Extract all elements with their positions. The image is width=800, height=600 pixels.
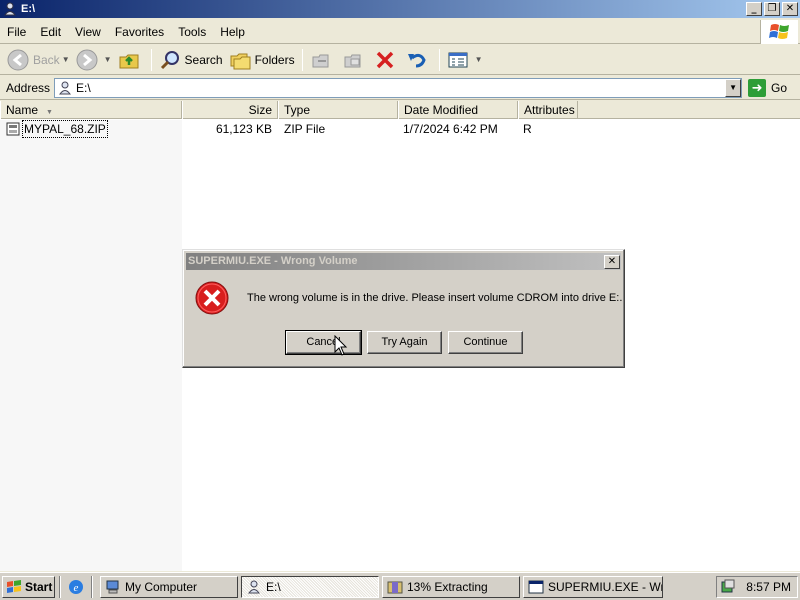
file-row[interactable]: MYPAL_68.ZIP 61,123 KB ZIP File 1/7/2024… — [0, 120, 800, 138]
wrong-volume-dialog: SUPERMIU.EXE - Wrong Volume ✕ The wrong … — [182, 249, 625, 368]
task-extracting[interactable]: 13% Extracting — [382, 575, 520, 598]
views-icon — [448, 52, 468, 67]
copy-to-icon — [344, 54, 361, 67]
go-arrow-icon: ➜ — [748, 78, 767, 97]
copy-to-button[interactable] — [339, 47, 371, 73]
windows-flag-icon — [7, 579, 21, 593]
back-dropdown-icon[interactable]: ▼ — [62, 55, 70, 64]
restore-button[interactable]: ❐ — [764, 2, 780, 16]
address-label: Address — [6, 80, 51, 95]
move-to-button[interactable] — [307, 47, 339, 73]
column-header-type[interactable]: Type — [278, 101, 398, 119]
window-titlebar[interactable]: E:\ _ ❐ ✕ — [0, 0, 800, 18]
quicklaunch-separator — [91, 575, 93, 598]
file-date-cell: 1/7/2024 6:42 PM — [403, 122, 498, 136]
window-icon — [528, 580, 544, 593]
column-header-name[interactable]: Name ▼ — [0, 101, 182, 119]
file-attributes-cell: R — [523, 122, 532, 136]
forward-arrow-icon — [76, 49, 98, 70]
up-folder-icon — [119, 54, 139, 68]
back-arrow-icon — [7, 49, 29, 70]
user-folder-icon — [4, 2, 16, 16]
menu-bar: File Edit View Favorites Tools Help — [0, 20, 800, 44]
dialog-message: The wrong volume is in the drive. Please… — [247, 292, 623, 304]
windows-flag-icon — [768, 24, 789, 39]
undo-button[interactable] — [403, 47, 435, 73]
name-column-highlight — [0, 120, 182, 571]
back-button[interactable]: Back ▼ — [4, 47, 73, 73]
svg-text:e: e — [74, 582, 79, 594]
taskbar: Start e My Computer E:\ 13% Extracting S… — [0, 572, 800, 600]
continue-button[interactable]: Continue — [448, 331, 523, 354]
address-bar: Address E:\ ▼ ➜ Go — [0, 76, 800, 100]
task-my-computer[interactable]: My Computer — [100, 575, 238, 598]
forward-dropdown-icon[interactable]: ▼ — [104, 55, 112, 64]
menu-help[interactable]: Help — [213, 25, 252, 39]
tray-app-icon[interactable] — [720, 579, 736, 595]
folders-button[interactable]: Folders — [226, 47, 298, 73]
my-computer-icon — [106, 580, 119, 593]
go-button[interactable]: ➜ Go — [748, 78, 787, 97]
forward-button[interactable]: ▼ — [73, 47, 115, 73]
toolbar-separator — [301, 48, 303, 71]
zip-file-icon — [6, 122, 20, 136]
sort-descending-icon: ▼ — [46, 109, 53, 116]
cancel-button[interactable]: Cancel — [285, 330, 362, 355]
file-type-cell: ZIP File — [284, 122, 326, 136]
search-icon — [160, 50, 179, 69]
system-tray: 8:57 PM — [716, 575, 798, 598]
search-button[interactable]: Search — [156, 47, 226, 73]
start-button[interactable]: Start — [2, 575, 55, 598]
task-supermiu-dialog[interactable]: SUPERMIU.EXE - Wr... — [523, 575, 663, 598]
standard-toolbar: Back ▼ ▼ Search Folders ▼ — [0, 45, 800, 75]
file-size-cell: 61,123 KB — [215, 122, 272, 136]
clock[interactable]: 8:57 PM — [746, 580, 791, 594]
column-header-date-modified[interactable]: Date Modified — [398, 101, 518, 119]
column-header-attributes[interactable]: Attributes — [518, 101, 578, 119]
menu-file[interactable]: File — [0, 25, 33, 39]
archive-icon — [387, 581, 403, 593]
address-input[interactable]: E:\ ▼ — [54, 77, 743, 98]
error-icon — [195, 281, 229, 315]
drive-icon — [59, 81, 72, 94]
try-again-button[interactable]: Try Again — [367, 331, 442, 354]
minimize-button[interactable]: _ — [746, 2, 762, 16]
close-button[interactable]: ✕ — [782, 2, 798, 16]
task-e-drive[interactable]: E:\ — [241, 575, 379, 598]
address-value: E:\ — [76, 80, 91, 95]
menu-edit[interactable]: Edit — [33, 25, 68, 39]
address-dropdown-icon[interactable]: ▼ — [725, 78, 742, 97]
dialog-title[interactable]: SUPERMIU.EXE - Wrong Volume — [186, 253, 621, 270]
internet-explorer-icon[interactable]: e — [67, 578, 85, 596]
toolbar-separator — [438, 48, 440, 71]
undo-icon — [407, 53, 426, 67]
toolbar-separator — [150, 48, 152, 71]
window-title: E:\ — [21, 3, 36, 15]
user-folder-icon — [248, 580, 260, 593]
menu-view[interactable]: View — [68, 25, 108, 39]
dialog-close-button[interactable]: ✕ — [604, 255, 620, 269]
up-folder-button[interactable] — [115, 47, 147, 73]
menu-favorites[interactable]: Favorites — [108, 25, 171, 39]
delete-x-icon — [376, 51, 393, 68]
folders-icon — [230, 53, 251, 69]
mouse-pointer-icon — [334, 335, 348, 356]
views-dropdown-icon[interactable]: ▼ — [475, 55, 483, 64]
column-header-size[interactable]: Size — [182, 101, 278, 119]
delete-button[interactable] — [371, 47, 403, 73]
views-button[interactable]: ▼ — [444, 47, 486, 73]
file-name-cell[interactable]: MYPAL_68.ZIP — [6, 120, 108, 138]
column-headers: Name ▼ Size Type Date Modified Attributes — [0, 101, 800, 119]
windows-logo — [760, 20, 798, 44]
menu-tools[interactable]: Tools — [171, 25, 213, 39]
move-to-icon — [312, 54, 329, 67]
quicklaunch-separator — [59, 575, 61, 598]
